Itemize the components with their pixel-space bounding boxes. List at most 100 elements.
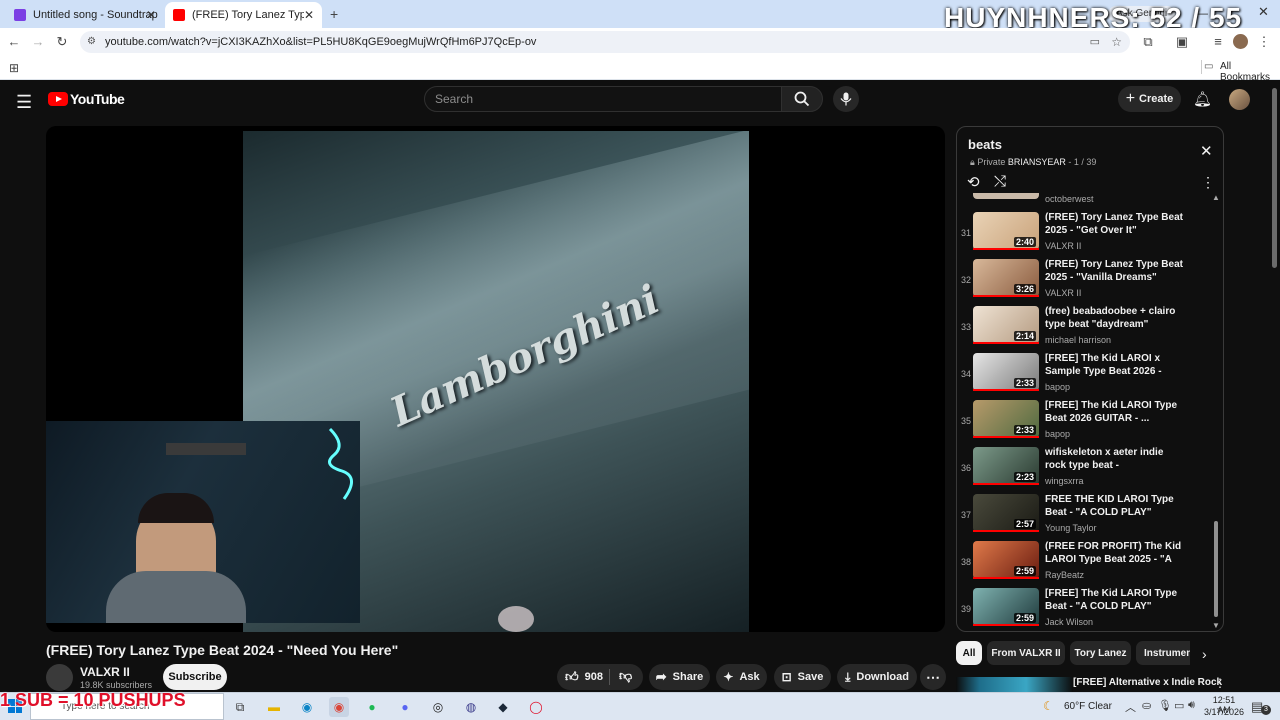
recommended-more-icon[interactable]: ⋮ (1214, 676, 1226, 690)
watched-progress-bar (973, 624, 1039, 626)
search-input[interactable]: Search (424, 86, 782, 112)
voice-search-button[interactable] (833, 86, 859, 112)
chip-tory-lanez[interactable]: Tory Lanez (1070, 641, 1131, 665)
share-button[interactable]: ➦ Share (649, 664, 710, 690)
notifications-bell-icon[interactable]: 🔔︎ (1193, 90, 1212, 108)
task-view-icon[interactable]: ⧉ (230, 697, 250, 717)
site-info-icon[interactable]: ⚙ (87, 31, 96, 53)
weather-temperature[interactable]: 60°F (1064, 701, 1085, 712)
spotify-icon[interactable]: ● (362, 697, 382, 717)
privacy-label: Private (977, 157, 1006, 167)
playlist-item[interactable]: 34 2:33 [FREE] The Kid LAROI x Sample Ty… (957, 352, 1223, 399)
ask-button[interactable]: ✦ Ask (716, 664, 767, 690)
playlist-item[interactable]: 39 2:59 [FREE] The Kid LAROI Type Beat -… (957, 587, 1223, 631)
app-icon[interactable]: ◍ (461, 697, 481, 717)
tray-app-icon[interactable]: ⛀ (1142, 699, 1151, 712)
channel-name[interactable]: VALXR II (80, 665, 130, 679)
playlist-item[interactable]: 38 2:59 (FREE FOR PROFIT) The Kid LAROI … (957, 540, 1223, 587)
playlist-item[interactable]: 31 2:40 (FREE) Tory Lanez Type Beat 2025… (957, 211, 1223, 258)
account-avatar[interactable] (1229, 89, 1250, 110)
chip-instrumental[interactable]: Instrumen (1136, 641, 1190, 665)
playlist-owner[interactable]: BRIANSYEAR (1008, 157, 1066, 167)
search-button[interactable] (781, 86, 823, 112)
volume-icon[interactable]: 🔊︎ (1188, 699, 1195, 712)
clock-date[interactable]: 3/17/2026 (1204, 707, 1244, 717)
item-title: [FREE] The Kid LAROI Type Beat 2026 GUIT… (1045, 400, 1178, 424)
chip-all[interactable]: All (956, 641, 982, 665)
more-actions-icon[interactable]: ⋯ (920, 664, 946, 690)
tab-youtube[interactable]: (FREE) Tory Lanez Type Beat 2024 ✕ (165, 2, 322, 28)
new-tab-plus-icon[interactable]: + (330, 6, 338, 22)
youtube-logo[interactable]: YouTube (48, 91, 125, 107)
apps-grid-icon[interactable]: ⊞ (6, 60, 22, 76)
playlist-item[interactable]: 35 2:33 [FREE] The Kid LAROI Type Beat 2… (957, 399, 1223, 446)
item-title: (FREE) Tory Lanez Type Beat 2025 - "Get … (1045, 212, 1183, 236)
reading-list-icon[interactable]: ≡ (1210, 34, 1226, 50)
channel-avatar[interactable] (46, 664, 73, 691)
network-icon[interactable]: ▭ (1174, 699, 1184, 712)
shuffle-icon[interactable]: ⤭ (994, 173, 1006, 190)
watched-progress-bar (973, 436, 1039, 438)
video-player[interactable]: Lamborghini (46, 126, 945, 632)
item-thumbnail: 2:57 (973, 494, 1039, 532)
discord-icon[interactable]: ● (395, 697, 415, 717)
playlist-item[interactable]: 36 2:23 wifiskeleton x aeter indie rock … (957, 446, 1223, 493)
close-panel-icon[interactable]: ✕ (1200, 142, 1213, 160)
chrome-icon[interactable]: ◉ (329, 697, 349, 717)
steam-icon[interactable]: ◆ (493, 697, 513, 717)
playlist-item[interactable]: 32 3:26 (FREE) Tory Lanez Type Beat 2025… (957, 258, 1223, 305)
loop-icon[interactable]: ⟲ (967, 173, 980, 191)
playlist-item[interactable]: 33 2:14 (free) beabadoobee + clairo type… (957, 305, 1223, 352)
create-button[interactable]: + Create (1118, 86, 1181, 112)
weather-condition[interactable]: Clear (1088, 701, 1112, 712)
tray-chevron-up-icon[interactable]: ︿ (1125, 699, 1136, 715)
like-count[interactable]: 908 (585, 671, 603, 683)
playlist-more-icon[interactable]: ⋮ (1201, 174, 1215, 191)
scroll-up-arrow-icon[interactable]: ▲ (1212, 193, 1220, 202)
window-close-icon[interactable]: ✕ (1258, 4, 1269, 20)
playlist-scrollbar[interactable] (1214, 521, 1218, 617)
opera-icon[interactable]: ◯ (526, 697, 546, 717)
shelf (166, 443, 246, 455)
sparkle-icon: ✦ (723, 670, 734, 684)
microphone-tray-icon[interactable]: 🎙︎ (1158, 699, 1172, 712)
thumbs-up-icon[interactable]: 👍︎ (565, 669, 579, 685)
subscribe-button[interactable]: Subscribe (163, 664, 227, 690)
item-title: (FREE) Tory Lanez Type Beat 2025 - "Vani… (1045, 259, 1183, 283)
weather-moon-icon[interactable]: ☾ (1043, 699, 1054, 713)
cast-icon[interactable]: ▭ (1090, 31, 1100, 53)
recommended-title[interactable]: [FREE] Alternative x Indie Rock (1073, 677, 1222, 688)
playlist-list[interactable]: octoberwest 31 2:40 (FREE) Tory Lanez Ty… (957, 193, 1223, 631)
scroll-down-arrow-icon[interactable]: ▼ (1212, 621, 1220, 630)
reload-icon[interactable]: ↻ (54, 34, 70, 50)
address-bar[interactable]: ⚙ youtube.com/watch?v=jCXI3KAZhXo&list=P… (80, 31, 1130, 53)
thumbs-down-icon[interactable]: 👎︎ (619, 668, 632, 684)
back-arrow-icon[interactable]: ← (6, 34, 22, 50)
obs-icon[interactable]: ◎ (428, 697, 448, 717)
browser-menu-icon[interactable]: ⋮ (1256, 34, 1272, 50)
playlist-item[interactable]: 37 2:57 FREE THE KID LAROI Type Beat - "… (957, 493, 1223, 540)
chips-next-chevron-icon[interactable]: › (1202, 646, 1207, 662)
download-button[interactable]: ⤓ Download (837, 664, 917, 690)
streamer-shirt (106, 571, 246, 623)
item-channel: VALXR II (1045, 288, 1082, 298)
page-scrollbar[interactable] (1272, 88, 1277, 268)
extensions-icon[interactable]: ⧉ (1140, 34, 1156, 50)
tab-search-icon[interactable]: ▣ (1174, 34, 1190, 50)
profile-avatar[interactable] (1233, 34, 1248, 49)
edge-icon[interactable]: ◉ (297, 697, 317, 717)
recommended-thumbnail[interactable] (956, 677, 1073, 692)
bookmark-star-icon[interactable]: ☆ (1111, 31, 1122, 53)
pushups-overlay: 1 SUB = 10 PUSHUPS (0, 690, 186, 710)
item-channel: RayBeatz (1045, 570, 1085, 580)
folder-icon: ▭ (1204, 61, 1214, 72)
playlist-title[interactable]: beats (968, 137, 1002, 152)
tab-soundtrap[interactable]: Untitled song - Soundtrap ✕ (6, 2, 164, 28)
close-tab-icon[interactable]: ✕ (304, 8, 314, 22)
close-tab-icon[interactable]: ✕ (146, 8, 156, 22)
save-button[interactable]: ⊡ Save (774, 664, 831, 690)
chip-from-channel[interactable]: From VALXR II (987, 641, 1065, 665)
file-explorer-icon[interactable]: ▬ (264, 697, 284, 717)
forward-arrow-icon[interactable]: → (30, 34, 46, 50)
hamburger-menu-icon[interactable]: ☰ (16, 92, 32, 113)
